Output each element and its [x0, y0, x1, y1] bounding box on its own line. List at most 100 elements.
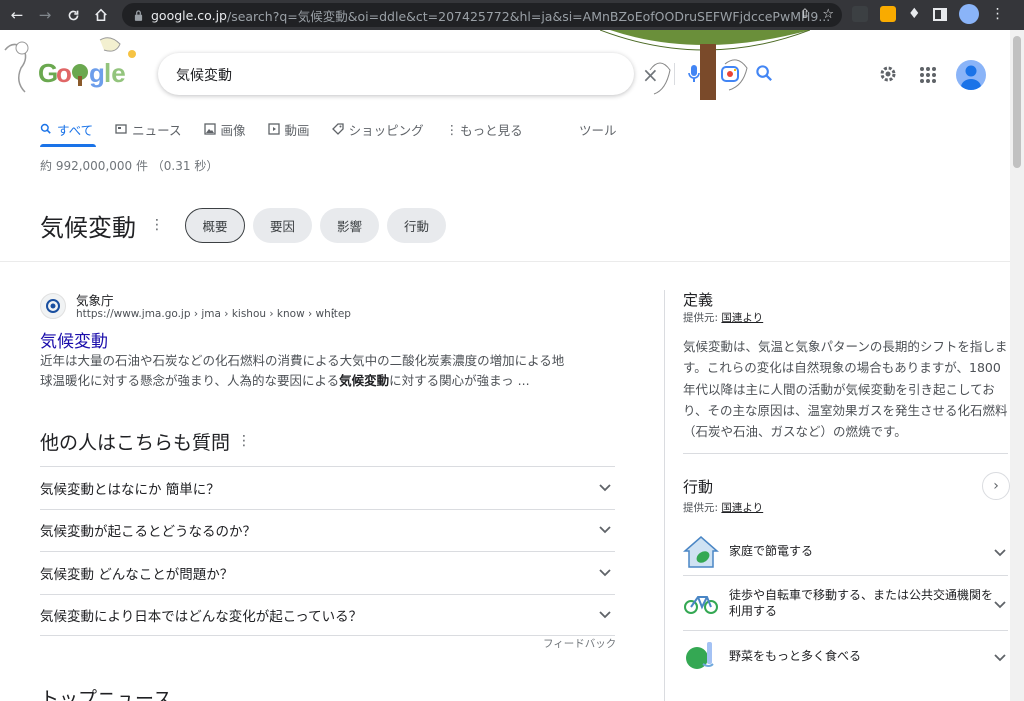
paa-question-text: 気候変動により日本ではどんな変化が起こっている？ [40, 608, 363, 625]
paa-question-text: 気候変動 どんなことが問題か？ [40, 566, 234, 583]
divider [683, 575, 1008, 576]
chip-overview[interactable]: 概要 [185, 208, 245, 243]
search-icon[interactable] [755, 64, 774, 87]
more-options-icon[interactable]: ⋮ [150, 217, 164, 233]
definition-text: 気候変動は、気温と気象パターンの長期的シフトを指します。これらの変化は自然現象の… [683, 339, 1008, 440]
settings-icon[interactable] [878, 64, 898, 88]
chevron-down-icon [599, 480, 611, 496]
tag-icon [331, 123, 344, 135]
action-item[interactable]: 家庭で節電する [683, 533, 1008, 569]
source-prefix: 提供元: [683, 502, 722, 514]
lock-icon [134, 9, 143, 21]
browser-toolbar: ← → google.co.jp/search?q=気候変動&oi=ddle&c… [0, 0, 1024, 30]
tab-all[interactable]: すべて [40, 118, 93, 140]
star-icon[interactable]: ☆ [822, 7, 834, 22]
account-avatar[interactable] [956, 60, 986, 90]
mic-icon[interactable] [687, 64, 701, 88]
google-doodle-logo[interactable]: G o g le [0, 30, 150, 102]
source-link[interactable]: 国連より [721, 312, 763, 324]
chevron-right-icon[interactable]: › [982, 472, 1010, 500]
site-url[interactable]: https://www.jma.go.jp › jma › kishou › k… [76, 308, 351, 320]
paa-question[interactable]: 気候変動により日本ではどんな変化が起こっている？ [40, 593, 615, 636]
panel-border [664, 290, 665, 701]
chip-actions[interactable]: 行動 [387, 208, 446, 243]
source-prefix: 提供元: [683, 312, 722, 324]
tab-label: 画像 [220, 122, 246, 138]
chevron-down-icon [994, 542, 1008, 561]
source-link[interactable]: 国連より [721, 502, 763, 514]
paa-question-text: 気候変動とはなにか 簡単に？ [40, 481, 220, 498]
bicycle-icon [683, 585, 719, 621]
share-icon[interactable]: ⇧ [799, 7, 810, 22]
sidepanel-icon[interactable] [932, 7, 947, 21]
tab-videos[interactable]: 動画 [267, 118, 310, 140]
clear-icon[interactable]: × [642, 63, 659, 87]
chip-effects[interactable]: 影響 [320, 208, 379, 243]
house-leaf-icon [683, 533, 719, 569]
search-tabs: すべて ニュース 画像 動画 ショッピング ⋮ もっと見る [40, 118, 545, 148]
feedback-link[interactable]: フィードバック [543, 636, 616, 651]
video-icon [267, 123, 280, 135]
chevron-down-icon [599, 607, 611, 623]
tab-shopping[interactable]: ショッピング [331, 118, 424, 140]
tab-more[interactable]: ⋮ もっと見る [446, 118, 523, 140]
actions-source: 提供元: 国連より [683, 500, 763, 515]
definition-heading: 定義 [683, 291, 714, 309]
address-bar[interactable]: google.co.jp/search?q=気候変動&oi=ddle&ct=20… [122, 3, 842, 27]
more-options-icon[interactable]: ⋮ [237, 433, 251, 449]
search-box[interactable]: 気候変動 × [158, 53, 772, 95]
paa-heading: 他の人はこちらも質問 [40, 432, 231, 454]
tools-button[interactable]: ツール [579, 120, 617, 139]
action-item[interactable]: 徒歩や自転車で移動する、または公共交通機関を利用する [683, 585, 1008, 621]
menu-icon[interactable]: ⋮ [991, 6, 1005, 22]
profile-icon[interactable] [958, 4, 979, 24]
search-input[interactable]: 気候変動 [176, 65, 232, 85]
chevron-down-icon [599, 522, 611, 538]
search-icon [40, 123, 52, 135]
actions-heading: 行動 [683, 478, 714, 496]
back-icon[interactable]: ← [6, 4, 28, 26]
paa-list: 気候変動とはなにか 簡単に？ 気候変動が起こるとどうなるのか？ 気候変動 どんな… [40, 466, 615, 636]
scrollbar-thumb[interactable] [1013, 36, 1021, 168]
divider [683, 630, 1008, 631]
action-item[interactable]: 野菜をもっと多く食べる [683, 638, 1008, 674]
top-news-heading: トップニュース [40, 688, 173, 701]
news-icon [115, 123, 127, 135]
site-name[interactable]: 気象庁 [76, 290, 114, 309]
result-title-link[interactable]: 気候変動 [40, 327, 108, 352]
more-icon: ⋮ [445, 121, 459, 137]
divider [0, 261, 1010, 262]
forward-icon[interactable]: → [34, 4, 56, 26]
tab-news[interactable]: ニュース [115, 118, 182, 140]
extension-icon[interactable] [852, 6, 868, 22]
extension-icon[interactable] [880, 6, 896, 22]
divider [683, 453, 1008, 454]
tab-label: すべて [57, 122, 94, 138]
paa-question-text: 気候変動が起こるとどうなるのか？ [40, 524, 256, 541]
action-label: 家庭で節電する [729, 544, 814, 558]
apps-icon[interactable] [919, 66, 937, 88]
tab-images[interactable]: 画像 [203, 118, 246, 140]
home-icon[interactable] [90, 4, 112, 26]
image-icon [203, 123, 216, 135]
svg-text:g: g [89, 58, 105, 88]
svg-text:le: le [104, 58, 126, 88]
tab-label: ニュース [132, 122, 182, 138]
snippet-text: に対する関心が強まっ ... [389, 373, 530, 388]
chevron-down-icon [994, 594, 1008, 613]
active-tab-indicator [40, 144, 96, 147]
vegetable-icon [683, 638, 719, 674]
reload-icon[interactable] [62, 4, 84, 26]
paa-question[interactable]: 気候変動が起こるとどうなるのか？ [40, 508, 615, 552]
tab-label: もっと見る [460, 122, 523, 138]
chip-causes[interactable]: 要因 [253, 208, 312, 243]
lens-icon[interactable] [720, 64, 740, 88]
paa-question[interactable]: 気候変動とはなにか 簡単に？ [40, 466, 615, 509]
result-stats: 約 992,000,000 件 （0.31 秒） [40, 159, 219, 173]
site-favicon [40, 293, 66, 319]
result-more-icon[interactable]: ⋮ [327, 306, 339, 320]
puzzle-icon[interactable]: ♦ [908, 6, 921, 22]
topic-title: 気候変動 [40, 214, 136, 242]
chevron-down-icon [599, 565, 611, 581]
paa-question[interactable]: 気候変動 どんなことが問題か？ [40, 551, 615, 594]
